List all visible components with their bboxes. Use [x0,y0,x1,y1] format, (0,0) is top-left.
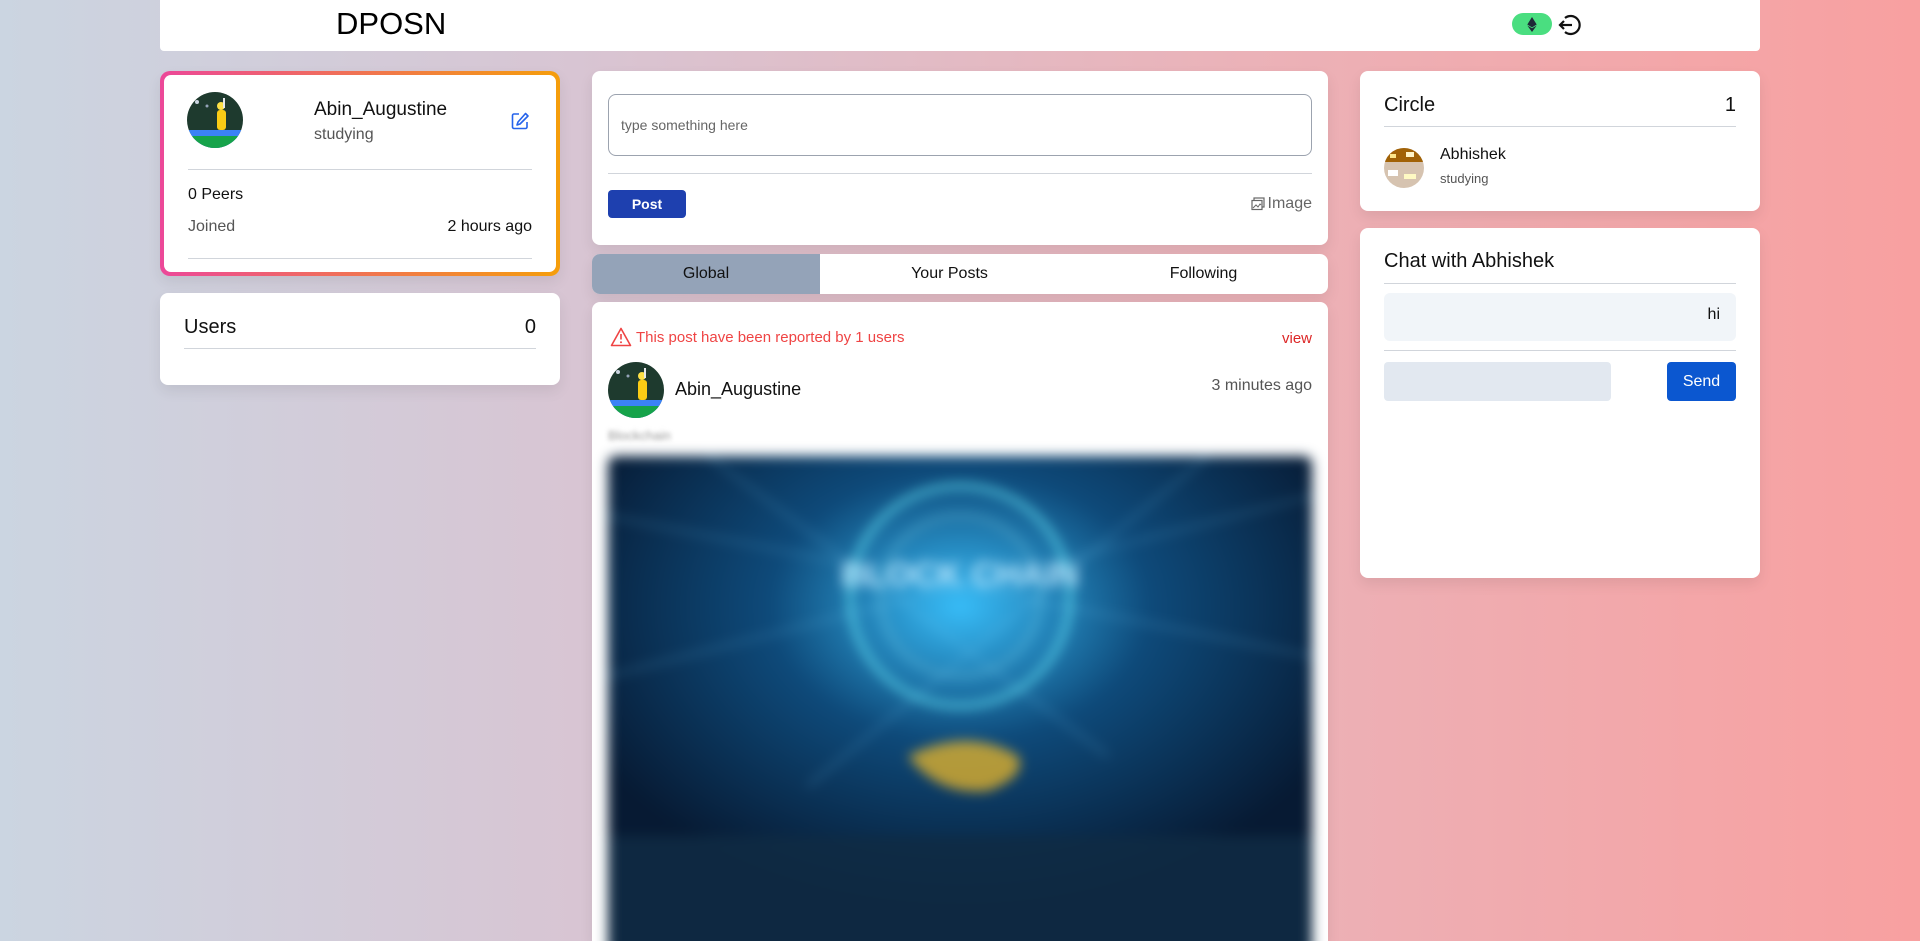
top-header: DPOSN [160,0,1760,51]
image-label: Image [1267,195,1312,212]
circle-member-name[interactable]: Abhishek [1440,146,1506,164]
chat-card: Chat with Abhishek hi Send [1360,228,1760,578]
post-timestamp: 3 minutes ago [1211,377,1312,394]
tab-global[interactable]: Global [592,254,820,294]
users-card: Users 0 [160,293,560,385]
chat-input[interactable] [1384,362,1611,401]
circle-title: Circle [1384,94,1436,116]
warning-icon [610,327,632,347]
report-text: This post have been reported by 1 users [636,328,905,346]
users-divider [184,348,536,349]
profile-card: Abin_Augustine studying 0 Peers Joined 2… [160,71,560,276]
post-image-text: BLOCK CHAIN [841,556,1079,594]
tab-your-posts[interactable]: Your Posts [820,254,1079,294]
joined-value: 2 hours ago [447,218,532,235]
chat-message-text: hi [1707,306,1720,323]
add-image-button[interactable]: Image [1250,195,1312,213]
chat-divider [1384,350,1736,351]
edit-profile-button[interactable] [510,111,532,133]
post-composer: Post Image [592,71,1328,245]
post-image[interactable]: BLOCK CHAIN [608,456,1312,941]
post-author-name[interactable]: Abin_Augustine [675,379,801,400]
chat-message-bubble: hi [1384,293,1736,341]
image-icon [1250,197,1265,211]
wallet-badge[interactable] [1512,13,1552,35]
post-author-avatar[interactable] [608,362,664,418]
users-count: 0 [524,316,536,338]
feed-post: This post have been reported by 1 users … [592,302,1328,941]
profile-avatar[interactable] [187,92,243,148]
report-notice: This post have been reported by 1 users [610,327,905,347]
circle-count: 1 [1724,94,1736,116]
app-brand[interactable]: DPOSN [336,6,446,42]
logout-icon [1558,14,1581,36]
post-caption: Blockchain [608,428,671,443]
users-title: Users [184,316,237,338]
logout-button[interactable] [1556,12,1582,38]
profile-name: Abin_Augustine [314,99,448,120]
circle-member-avatar[interactable] [1384,148,1424,188]
chat-divider [1384,283,1736,284]
post-input[interactable] [608,94,1312,156]
ethereum-icon [1527,16,1537,32]
peers-count[interactable]: 0 Peers [188,186,243,204]
joined-label: Joined [188,218,236,235]
circle-card: Circle 1 Abhishek studying [1360,71,1760,211]
tab-following[interactable]: Following [1079,254,1328,294]
circle-member-status: studying [1440,171,1489,186]
circle-divider [1384,126,1736,127]
composer-divider [608,173,1312,174]
edit-icon [511,112,529,130]
view-post-link[interactable]: view [1282,330,1312,347]
profile-divider [188,169,532,170]
feed-tabs: Global Your Posts Following [592,254,1328,294]
profile-status: studying [314,126,374,143]
post-button[interactable]: Post [608,190,686,218]
send-button[interactable]: Send [1667,362,1736,401]
profile-divider [188,258,532,259]
chat-title: Chat with Abhishek [1384,250,1555,272]
